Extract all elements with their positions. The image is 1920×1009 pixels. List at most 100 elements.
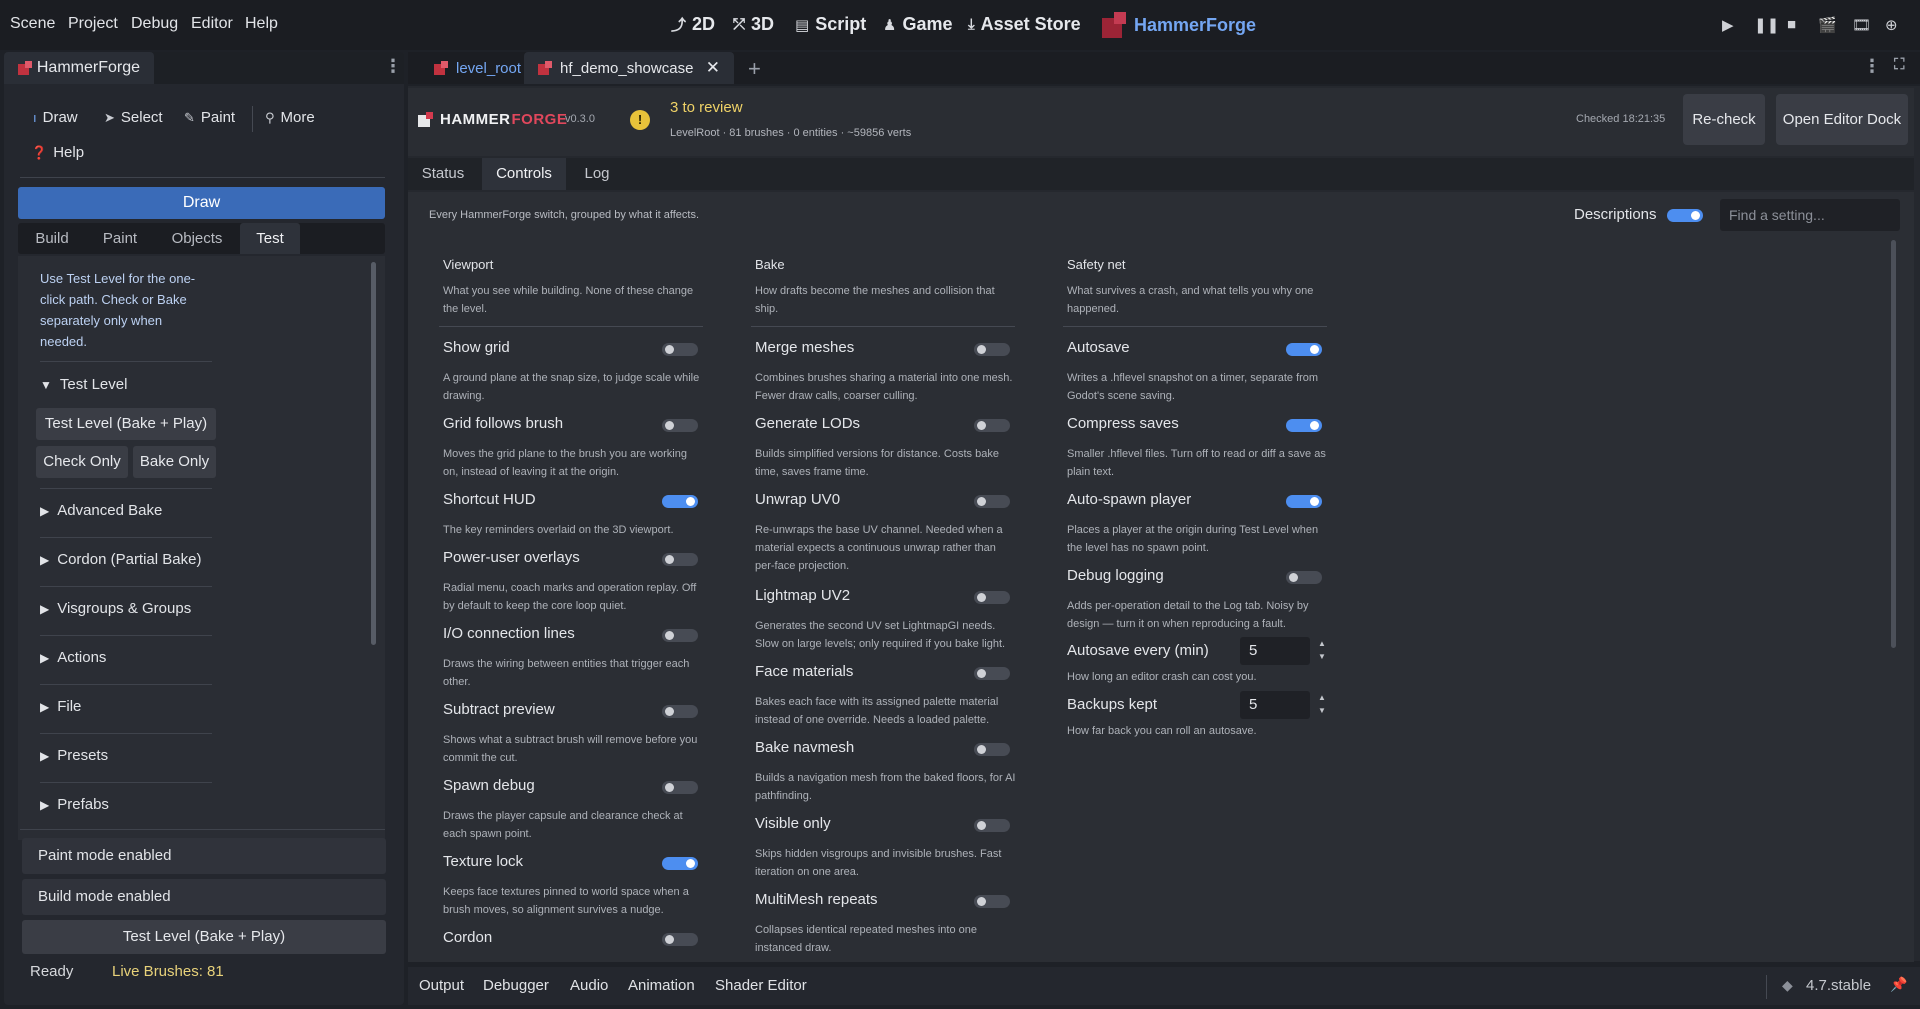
compress-saves-toggle[interactable] bbox=[1286, 419, 1322, 432]
texture-lock-toggle[interactable] bbox=[662, 857, 698, 870]
bake-only-button[interactable]: Bake Only bbox=[133, 446, 216, 478]
section-actions[interactable]: ▶ Actions bbox=[40, 649, 106, 666]
bottom-tab-shader-editor[interactable]: Shader Editor bbox=[715, 977, 807, 994]
tab-status[interactable]: Status bbox=[408, 158, 478, 190]
workspace-asset-store[interactable]: ⤓ Asset Store bbox=[968, 14, 1081, 35]
section-prefabs[interactable]: ▶ Prefabs bbox=[40, 796, 109, 813]
recheck-button[interactable]: Re-check bbox=[1683, 94, 1765, 145]
workspace-game[interactable]: ♟ Game bbox=[883, 14, 952, 35]
section-separator bbox=[40, 361, 212, 362]
workspace-hammerforge[interactable]: HammerForge bbox=[1102, 12, 1256, 38]
more-tool-button[interactable]: ⚲ More bbox=[265, 109, 315, 126]
stop-icon[interactable]: ■ bbox=[1787, 16, 1796, 33]
spawn-debug-toggle[interactable] bbox=[662, 781, 698, 794]
tab-paint[interactable]: Paint bbox=[86, 223, 154, 254]
close-icon[interactable]: ✕ bbox=[706, 58, 720, 78]
setting-face-materials: Face materials bbox=[755, 663, 854, 680]
power-user-overlays-toggle[interactable] bbox=[662, 553, 698, 566]
io-connection-lines-toggle[interactable] bbox=[662, 629, 698, 642]
section-separator bbox=[40, 782, 212, 783]
dock-scrollbar[interactable] bbox=[371, 262, 376, 645]
bottom-tab-output[interactable]: Output bbox=[419, 977, 464, 994]
setting-desc: Places a player at the origin during Tes… bbox=[1067, 524, 1319, 554]
tab-controls[interactable]: Controls bbox=[482, 158, 566, 190]
workspace-3d[interactable]: ⤱ 3D bbox=[733, 14, 774, 35]
test-level-button[interactable]: Test Level (Bake + Play) bbox=[36, 408, 216, 440]
spin-up-icon[interactable]: ▲ bbox=[1318, 693, 1326, 703]
pin-icon[interactable]: 📌 bbox=[1890, 976, 1907, 993]
bake-navmesh-toggle[interactable] bbox=[974, 743, 1010, 756]
paint-tool-button[interactable]: ✎ Paint bbox=[184, 109, 235, 126]
section-presets[interactable]: ▶ Presets bbox=[40, 747, 108, 764]
dock-tab-hammerforge[interactable]: HammerForge bbox=[4, 52, 154, 84]
game-icon: ♟ bbox=[883, 16, 897, 34]
descriptions-toggle[interactable] bbox=[1667, 209, 1703, 222]
pause-icon[interactable]: ❚❚ bbox=[1754, 16, 1779, 34]
tab-objects[interactable]: Objects bbox=[154, 223, 240, 254]
bottom-tab-audio[interactable]: Audio bbox=[570, 977, 608, 994]
section-advanced-bake[interactable]: ▶ Advanced Bake bbox=[40, 502, 162, 519]
movie-maker-icon[interactable]: ⊕ bbox=[1885, 16, 1898, 34]
scene-tab-level-root[interactable]: level_root bbox=[420, 52, 535, 84]
add-scene-tab-button[interactable]: + bbox=[748, 56, 761, 82]
setting-desc: How far back you can roll an autosave. bbox=[1067, 725, 1257, 737]
bottom-tab-animation[interactable]: Animation bbox=[628, 977, 695, 994]
select-tool-button[interactable]: ➤ Select bbox=[104, 109, 163, 126]
menu-scene[interactable]: Scene bbox=[10, 15, 55, 33]
review-count[interactable]: 3 to review bbox=[670, 99, 743, 116]
draw-tool-button[interactable]: ı Draw bbox=[33, 109, 78, 126]
shortcut-hud-toggle[interactable] bbox=[662, 495, 698, 508]
tab-test[interactable]: Test bbox=[240, 223, 300, 254]
spin-down-icon[interactable]: ▼ bbox=[1318, 706, 1326, 716]
distraction-free-icon[interactable]: ⛶ bbox=[1894, 56, 1905, 73]
find-setting-input[interactable] bbox=[1720, 199, 1900, 231]
show-grid-toggle[interactable] bbox=[662, 343, 698, 356]
tab-log[interactable]: Log bbox=[568, 158, 626, 190]
debug-logging-toggle[interactable] bbox=[1286, 571, 1322, 584]
spin-down-icon[interactable]: ▼ bbox=[1318, 652, 1326, 662]
status-build-mode: Build mode enabled bbox=[22, 879, 386, 915]
backups-kept-input[interactable]: 5 bbox=[1240, 691, 1310, 719]
multimesh-repeats-toggle[interactable] bbox=[974, 895, 1010, 908]
autosave-every-input[interactable]: 5 bbox=[1240, 637, 1310, 665]
unwrap-uv0-toggle[interactable] bbox=[974, 495, 1010, 508]
menu-project[interactable]: Project bbox=[68, 15, 118, 33]
scene-tab-showcase[interactable]: hf_demo_showcase ✕ bbox=[524, 52, 734, 84]
spin-up-icon[interactable]: ▲ bbox=[1318, 639, 1326, 649]
auto-spawn-player-toggle[interactable] bbox=[1286, 495, 1322, 508]
bottom-tab-debugger[interactable]: Debugger bbox=[483, 977, 549, 994]
menu-help[interactable]: Help bbox=[245, 15, 278, 33]
merge-meshes-toggle[interactable] bbox=[974, 343, 1010, 356]
workspace-2d[interactable]: ⤴ 2D bbox=[671, 14, 715, 35]
section-file[interactable]: ▶ File bbox=[40, 698, 81, 715]
section-cordon[interactable]: ▶ Cordon (Partial Bake) bbox=[40, 551, 201, 568]
workspace-script[interactable]: ▤ Script bbox=[795, 14, 866, 35]
play-custom-scene-icon[interactable]: 🎞 bbox=[1852, 16, 1871, 34]
lightmap-uv2-toggle[interactable] bbox=[974, 591, 1010, 604]
warning-icon: ! bbox=[630, 110, 650, 130]
setting-desc: Writes a .hflevel snapshot on a timer, s… bbox=[1067, 372, 1319, 402]
mode-bar-draw[interactable]: Draw bbox=[18, 187, 385, 219]
settings-scrollbar[interactable] bbox=[1891, 240, 1896, 648]
section-visgroups[interactable]: ▶ Visgroups & Groups bbox=[40, 600, 191, 617]
section-test-level[interactable]: ▼ Test Level bbox=[40, 376, 127, 393]
play-icon[interactable]: ▶ bbox=[1722, 16, 1734, 34]
scene-icon bbox=[434, 61, 448, 75]
menu-debug[interactable]: Debug bbox=[131, 15, 178, 33]
test-level-bottom-button[interactable]: Test Level (Bake + Play) bbox=[22, 920, 386, 954]
autosave-toggle[interactable] bbox=[1286, 343, 1322, 356]
open-editor-dock-button[interactable]: Open Editor Dock bbox=[1776, 94, 1908, 145]
visible-only-toggle[interactable] bbox=[974, 819, 1010, 832]
play-scene-icon[interactable]: 🎬 bbox=[1818, 16, 1837, 34]
cordon-toggle[interactable] bbox=[662, 933, 698, 946]
check-only-button[interactable]: Check Only bbox=[36, 446, 128, 478]
tab-build[interactable]: Build bbox=[18, 223, 86, 254]
help-button[interactable]: ❓ Help bbox=[31, 144, 84, 161]
face-materials-toggle[interactable] bbox=[974, 667, 1010, 680]
dock-menu-icon[interactable]: ⋮ bbox=[384, 56, 402, 77]
scene-menu-icon[interactable]: ⋮ bbox=[1863, 56, 1881, 77]
grid-follows-brush-toggle[interactable] bbox=[662, 419, 698, 432]
menu-editor[interactable]: Editor bbox=[191, 15, 233, 33]
generate-lods-toggle[interactable] bbox=[974, 419, 1010, 432]
subtract-preview-toggle[interactable] bbox=[662, 705, 698, 718]
